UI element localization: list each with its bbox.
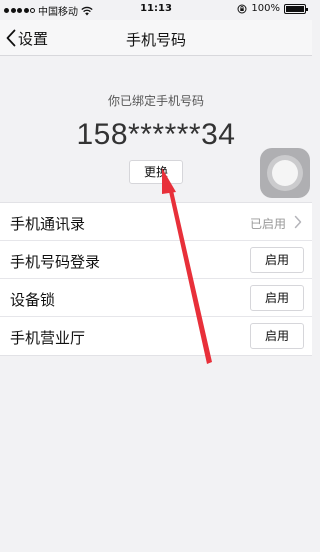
phone-number: 158******34 bbox=[76, 118, 236, 151]
battery-percent: 100% bbox=[251, 3, 280, 14]
list-item-label: 设备锁 bbox=[10, 291, 56, 309]
list-item-mobile-hall: 手机营业厅 启用 bbox=[0, 317, 312, 355]
page-title: 手机号码 bbox=[125, 31, 186, 49]
status-right: 100% bbox=[237, 3, 308, 14]
list-item-contacts[interactable]: 手机通讯录 已启用 bbox=[0, 203, 312, 241]
status-badge: 已启用 bbox=[249, 217, 286, 231]
list-item-label: 手机营业厅 bbox=[10, 329, 86, 347]
enable-mobile-hall-button[interactable]: 启用 bbox=[250, 323, 304, 349]
enable-device-lock-button[interactable]: 启用 bbox=[250, 285, 304, 311]
assistive-touch-icon[interactable] bbox=[260, 148, 310, 198]
list-item-label: 手机号码登录 bbox=[10, 253, 101, 271]
list-item-device-lock: 设备锁 启用 bbox=[0, 279, 312, 317]
list-item-label: 手机通讯录 bbox=[10, 215, 86, 233]
rotation-lock-icon bbox=[237, 4, 247, 13]
list-item-phone-login: 手机号码登录 启用 bbox=[0, 241, 312, 279]
change-number-button[interactable]: 更换 bbox=[129, 160, 183, 184]
chevron-right-icon bbox=[294, 215, 302, 229]
status-bar: 中国移动 11:13 100% bbox=[0, 0, 312, 20]
enable-phone-login-button[interactable]: 启用 bbox=[250, 247, 304, 273]
bind-hint: 你已绑定手机号码 bbox=[107, 94, 204, 108]
battery-icon bbox=[284, 3, 308, 14]
settings-list: 手机通讯录 已启用 手机号码登录 启用 设备锁 启用 手机营业厅 启用 bbox=[0, 202, 312, 356]
nav-bar: 设置 手机号码 bbox=[0, 20, 312, 56]
